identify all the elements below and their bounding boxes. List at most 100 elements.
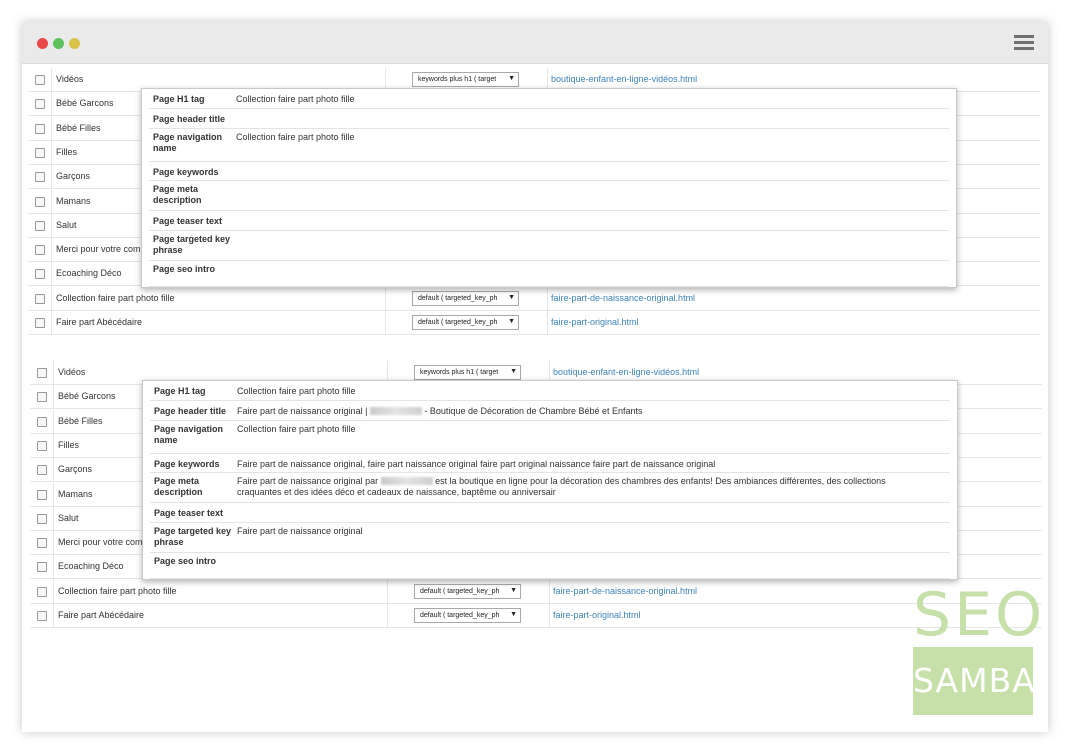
page-name-cell: Collection faire part photo fille — [54, 580, 388, 604]
row-checkbox[interactable] — [37, 441, 47, 451]
popup-row: Page navigation name Collection faire par… — [150, 421, 950, 454]
popup-label: Page teaser text — [153, 216, 223, 226]
template-select[interactable]: default ( targeted_key_ph ▼ — [412, 315, 519, 330]
checkbox-cell — [28, 238, 52, 262]
template-select-value: default ( targeted_key_ph — [418, 319, 498, 326]
popup-label: Page H1 tag — [154, 386, 206, 396]
logo-samba-box: SAMBA — [913, 647, 1035, 715]
page-url-link[interactable]: faire-part-de-naissance-original.html — [551, 293, 695, 303]
popup-label: Page teaser text — [154, 508, 224, 518]
row-checkbox[interactable] — [35, 75, 45, 85]
popup-value: Faire part de naissance original | - Bou… — [237, 406, 643, 417]
page-url-cell: faire-part-original.html — [548, 311, 1040, 335]
popup-value: Collection faire part photo fille — [236, 132, 355, 142]
page-name: Faire part Abécédaire — [58, 610, 145, 620]
page-url-link[interactable]: boutique-enfant-en-ligne-vidéos.html — [551, 74, 697, 84]
popup-row: Page H1 tag Collection faire part photo f… — [149, 89, 949, 109]
page-name: Collection faire part photo fille — [56, 293, 175, 303]
table-row[interactable]: Faire part Abécédaire default ( targeted_… — [28, 311, 1040, 335]
popup-row: Page H1 tag Collection faire part photo f… — [150, 381, 950, 401]
template-select[interactable]: default ( targeted_key_ph ▼ — [412, 291, 519, 306]
table-row[interactable]: Collection faire part photo fille default… — [28, 287, 1040, 311]
row-checkbox[interactable] — [37, 514, 47, 524]
row-checkbox[interactable] — [35, 124, 45, 134]
checkbox-cell — [30, 458, 54, 482]
hamburger-menu-icon[interactable] — [1014, 35, 1034, 51]
row-checkbox[interactable] — [35, 197, 45, 207]
page-details-popup: Page H1 tag Collection faire part photo f… — [141, 88, 957, 288]
checkbox-cell — [30, 434, 54, 458]
checkbox-cell — [30, 410, 54, 434]
template-select-cell: default ( targeted_key_ph ▼ — [388, 604, 550, 628]
row-checkbox[interactable] — [35, 245, 45, 255]
checkbox-cell — [28, 190, 52, 214]
row-checkbox[interactable] — [37, 538, 47, 548]
popup-label: Page seo intro — [153, 264, 216, 274]
template-select[interactable]: keywords plus h1 ( target ▼ — [414, 365, 521, 380]
caret-down-icon: ▼ — [510, 587, 517, 594]
row-checkbox[interactable] — [35, 269, 45, 279]
row-checkbox[interactable] — [37, 611, 47, 621]
row-checkbox[interactable] — [37, 490, 47, 500]
redacted-brand-name — [369, 407, 422, 415]
caret-down-icon: ▼ — [508, 318, 515, 325]
row-checkbox[interactable] — [35, 99, 45, 109]
minimize-window-button[interactable] — [69, 38, 80, 49]
checkbox-cell — [28, 68, 52, 92]
checkbox-cell — [28, 287, 52, 311]
checkbox-cell — [30, 507, 54, 531]
checkbox-cell — [30, 555, 54, 579]
row-checkbox[interactable] — [37, 368, 47, 378]
checkbox-cell — [28, 141, 52, 165]
template-select[interactable]: default ( targeted_key_ph ▼ — [414, 608, 521, 623]
popup-label: Page meta description — [153, 184, 202, 205]
popup-label: Page navigation name — [153, 132, 223, 153]
popup-label: Page targeted key phrase — [153, 234, 231, 255]
row-checkbox[interactable] — [35, 172, 45, 182]
template-select[interactable]: keywords plus h1 ( target ▼ — [412, 72, 519, 87]
row-checkbox[interactable] — [37, 587, 47, 597]
close-window-button[interactable] — [37, 38, 48, 49]
row-checkbox[interactable] — [35, 294, 45, 304]
row-checkbox[interactable] — [37, 417, 47, 427]
maximize-window-button[interactable] — [53, 38, 64, 49]
page-name: Vidéos — [56, 74, 84, 84]
row-checkbox[interactable] — [37, 392, 47, 402]
popup-value: Faire part de naissance original, faire … — [237, 459, 716, 469]
app-window: Vidéos keywords plus h1 ( target ▼ boutique… — [22, 22, 1048, 732]
template-select-cell: default ( targeted_key_ph ▼ — [386, 311, 548, 335]
page-url-link[interactable]: boutique-enfant-en-ligne-vidéos.html — [553, 367, 699, 377]
table-row[interactable]: Faire part Abécédaire default ( targeted_… — [30, 604, 1042, 628]
page-name-cell: Faire part Abécédaire — [52, 311, 386, 335]
row-checkbox[interactable] — [35, 318, 45, 328]
popup-row: Page header title Faire part de naissance… — [150, 401, 950, 421]
row-checkbox[interactable] — [37, 465, 47, 475]
table-row[interactable]: Collection faire part photo fille default… — [30, 580, 1042, 604]
row-checkbox[interactable] — [35, 221, 45, 231]
page-name: Faire part Abécédaire — [56, 317, 143, 327]
template-select-value: default ( targeted_key_ph — [418, 295, 498, 302]
popup-value-text: Faire part de naissance original par — [237, 476, 381, 486]
popup-label: Page targeted key phrase — [154, 526, 232, 547]
row-checkbox[interactable] — [37, 562, 47, 572]
checkbox-cell — [28, 117, 52, 141]
page-url-link[interactable]: faire-part-de-naissance-original.html — [553, 586, 697, 596]
popup-row: Page meta description Faire part de naiss… — [150, 473, 950, 503]
checkbox-cell — [30, 604, 54, 628]
template-select-value: default ( targeted_key_ph — [420, 588, 500, 595]
popup-value-text: est la boutique en ligne pour la décorat… — [432, 476, 886, 486]
popup-label: Page header title — [154, 406, 227, 416]
popup-row: Page teaser text — [150, 503, 950, 523]
template-select[interactable]: default ( targeted_key_ph ▼ — [414, 584, 521, 599]
popup-value: Faire part de naissance original — [237, 526, 363, 536]
page-url-link[interactable]: faire-part-original.html — [551, 317, 639, 327]
popup-value-text: craquantes et des idées déco et cadeaux … — [237, 487, 556, 497]
popup-label: Page seo intro — [154, 556, 217, 566]
popup-row: Page seo intro — [150, 553, 950, 579]
popup-row: Page targeted key phrase Faire part de na… — [150, 523, 950, 553]
logo-seo-text: SEO — [913, 580, 1046, 650]
row-checkbox[interactable] — [35, 148, 45, 158]
seo-samba-logo: SEO SAMBA — [913, 580, 1046, 715]
page-url-link[interactable]: faire-part-original.html — [553, 610, 641, 620]
popup-value: Collection faire part photo fille — [237, 386, 356, 396]
